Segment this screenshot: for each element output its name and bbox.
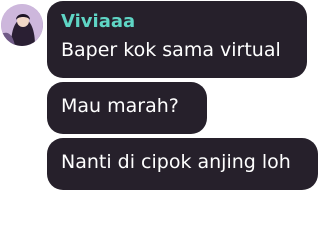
chat-thread: Viviaaa Baper kok sama virtual Mau marah…: [0, 0, 320, 241]
message-bubble[interactable]: Viviaaa Baper kok sama virtual: [47, 1, 307, 78]
avatar-photo-icon: [1, 4, 43, 46]
avatar[interactable]: [1, 4, 43, 46]
sender-name[interactable]: Viviaaa: [61, 11, 135, 32]
message-text: Nanti di cipok anjing loh: [61, 151, 291, 173]
message-bubble[interactable]: Mau marah?: [47, 82, 207, 134]
message-text: Mau marah?: [61, 95, 179, 117]
message-bubble[interactable]: Nanti di cipok anjing loh: [47, 138, 318, 190]
message-text: Baper kok sama virtual: [61, 39, 281, 61]
